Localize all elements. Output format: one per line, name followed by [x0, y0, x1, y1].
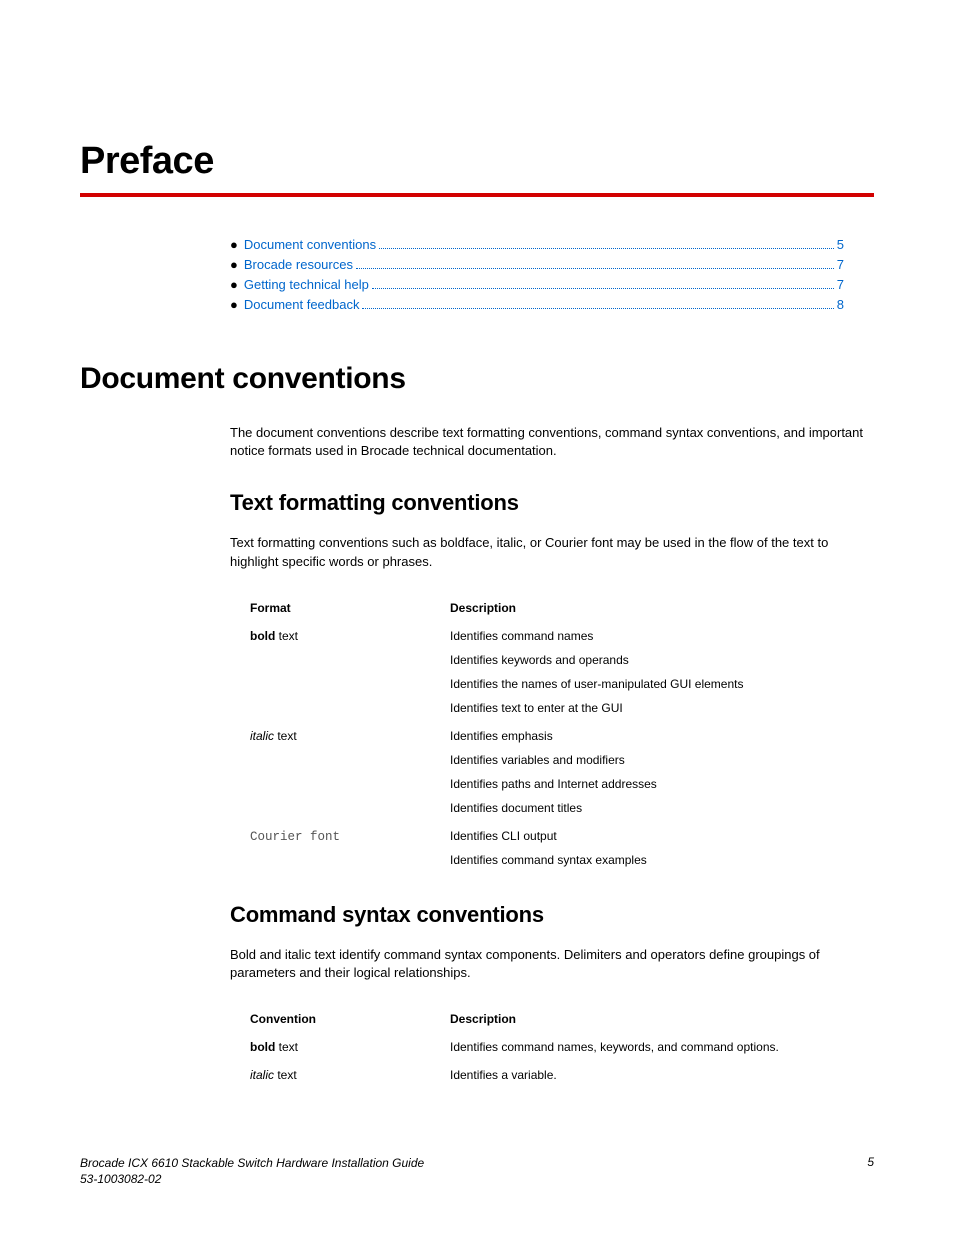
text-formatting-table: Format Description bold textIdentifies c…	[250, 601, 874, 867]
description-line: Identifies document titles	[450, 801, 874, 815]
toc-leader-dots	[356, 268, 834, 269]
section-intro: The document conventions describe text f…	[230, 424, 874, 460]
description-line: Identifies text to enter at the GUI	[450, 701, 874, 715]
footer-doc-title: Brocade ICX 6610 Stackable Switch Hardwa…	[80, 1155, 424, 1171]
toc-row: ● Document feedback 8	[230, 297, 844, 312]
th-format: Format	[250, 601, 450, 615]
toc-leader-dots	[372, 288, 834, 289]
format-styled: italic	[250, 1068, 274, 1082]
table-row: Courier fontIdentifies CLI outputIdentif…	[250, 829, 874, 867]
toc-page-link[interactable]: 5	[837, 237, 844, 252]
table-header-row: Format Description	[250, 601, 874, 615]
table-row: bold textIdentifies command names, keywo…	[250, 1040, 874, 1054]
subheading-text-formatting: Text formatting conventions	[230, 490, 874, 516]
toc-row: ● Document conventions 5	[230, 237, 844, 252]
page-footer: Brocade ICX 6610 Stackable Switch Hardwa…	[80, 1155, 874, 1187]
toc-leader-dots	[362, 308, 833, 309]
th-description: Description	[450, 601, 874, 615]
table-row: bold textIdentifies command namesIdentif…	[250, 629, 874, 715]
bullet-icon: ●	[230, 257, 238, 272]
format-plain: text	[274, 729, 297, 743]
table-header-row: Convention Description	[250, 1012, 874, 1026]
format-styled: bold	[250, 1040, 275, 1054]
description-line: Identifies keywords and operands	[450, 653, 874, 667]
description-cell: Identifies command names, keywords, and …	[450, 1040, 874, 1054]
description-line: Identifies CLI output	[450, 829, 874, 843]
toc-link[interactable]: Document feedback	[244, 297, 360, 312]
toc-page-link[interactable]: 8	[837, 297, 844, 312]
format-styled: bold	[250, 629, 275, 643]
th-description: Description	[450, 1012, 874, 1026]
sub1-intro: Text formatting conventions such as bold…	[230, 534, 874, 570]
description-line: Identifies variables and modifiers	[450, 753, 874, 767]
section-heading-document-conventions: Document conventions	[80, 362, 874, 396]
format-cell: italic text	[250, 729, 450, 743]
description-line: Identifies command names	[450, 629, 874, 643]
description-line: Identifies command syntax examples	[450, 853, 874, 867]
footer-doc-number: 53-1003082-02	[80, 1171, 424, 1187]
toc-page-link[interactable]: 7	[837, 277, 844, 292]
format-cell: italic text	[250, 1068, 450, 1082]
description-line: Identifies a variable.	[450, 1068, 874, 1082]
format-styled: Courier font	[250, 830, 340, 844]
title-rule	[80, 193, 874, 197]
description-line: Identifies paths and Internet addresses	[450, 777, 874, 791]
description-cell: Identifies a variable.	[450, 1068, 874, 1082]
format-plain: text	[275, 629, 298, 643]
toc-row: ● Brocade resources 7	[230, 257, 844, 272]
footer-left: Brocade ICX 6610 Stackable Switch Hardwa…	[80, 1155, 424, 1187]
table-of-contents: ● Document conventions 5 ● Brocade resources…	[230, 237, 844, 312]
format-plain: text	[274, 1068, 297, 1082]
description-cell: Identifies CLI output Identifies command …	[450, 829, 874, 867]
sub2-intro: Bold and italic text identify command sy…	[230, 946, 874, 982]
toc-row: ● Getting technical help 7	[230, 277, 844, 292]
format-cell: Courier font	[250, 829, 450, 844]
description-line: Identifies command names, keywords, and …	[450, 1040, 874, 1054]
format-cell: bold text	[250, 629, 450, 643]
description-cell: Identifies command names Identifies keywo…	[450, 629, 874, 715]
subheading-command-syntax: Command syntax conventions	[230, 902, 874, 928]
toc-leader-dots	[379, 248, 834, 249]
page-title: Preface	[80, 140, 874, 183]
description-line: Identifies the names of user-manipulated…	[450, 677, 874, 691]
toc-page-link[interactable]: 7	[837, 257, 844, 272]
table-row: italic textIdentifies a variable.	[250, 1068, 874, 1082]
bullet-icon: ●	[230, 277, 238, 292]
th-convention: Convention	[250, 1012, 450, 1026]
format-plain: text	[275, 1040, 298, 1054]
description-line: Identifies emphasis	[450, 729, 874, 743]
bullet-icon: ●	[230, 297, 238, 312]
toc-link[interactable]: Brocade resources	[244, 257, 353, 272]
footer-page-number: 5	[867, 1155, 874, 1187]
toc-link[interactable]: Getting technical help	[244, 277, 369, 292]
table-row: italic textIdentifies emphasisIdentifies…	[250, 729, 874, 815]
bullet-icon: ●	[230, 237, 238, 252]
format-cell: bold text	[250, 1040, 450, 1054]
description-cell: Identifies emphasis Identifies variables …	[450, 729, 874, 815]
toc-link[interactable]: Document conventions	[244, 237, 376, 252]
format-styled: italic	[250, 729, 274, 743]
command-syntax-table: Convention Description bold textIdentifi…	[250, 1012, 874, 1082]
